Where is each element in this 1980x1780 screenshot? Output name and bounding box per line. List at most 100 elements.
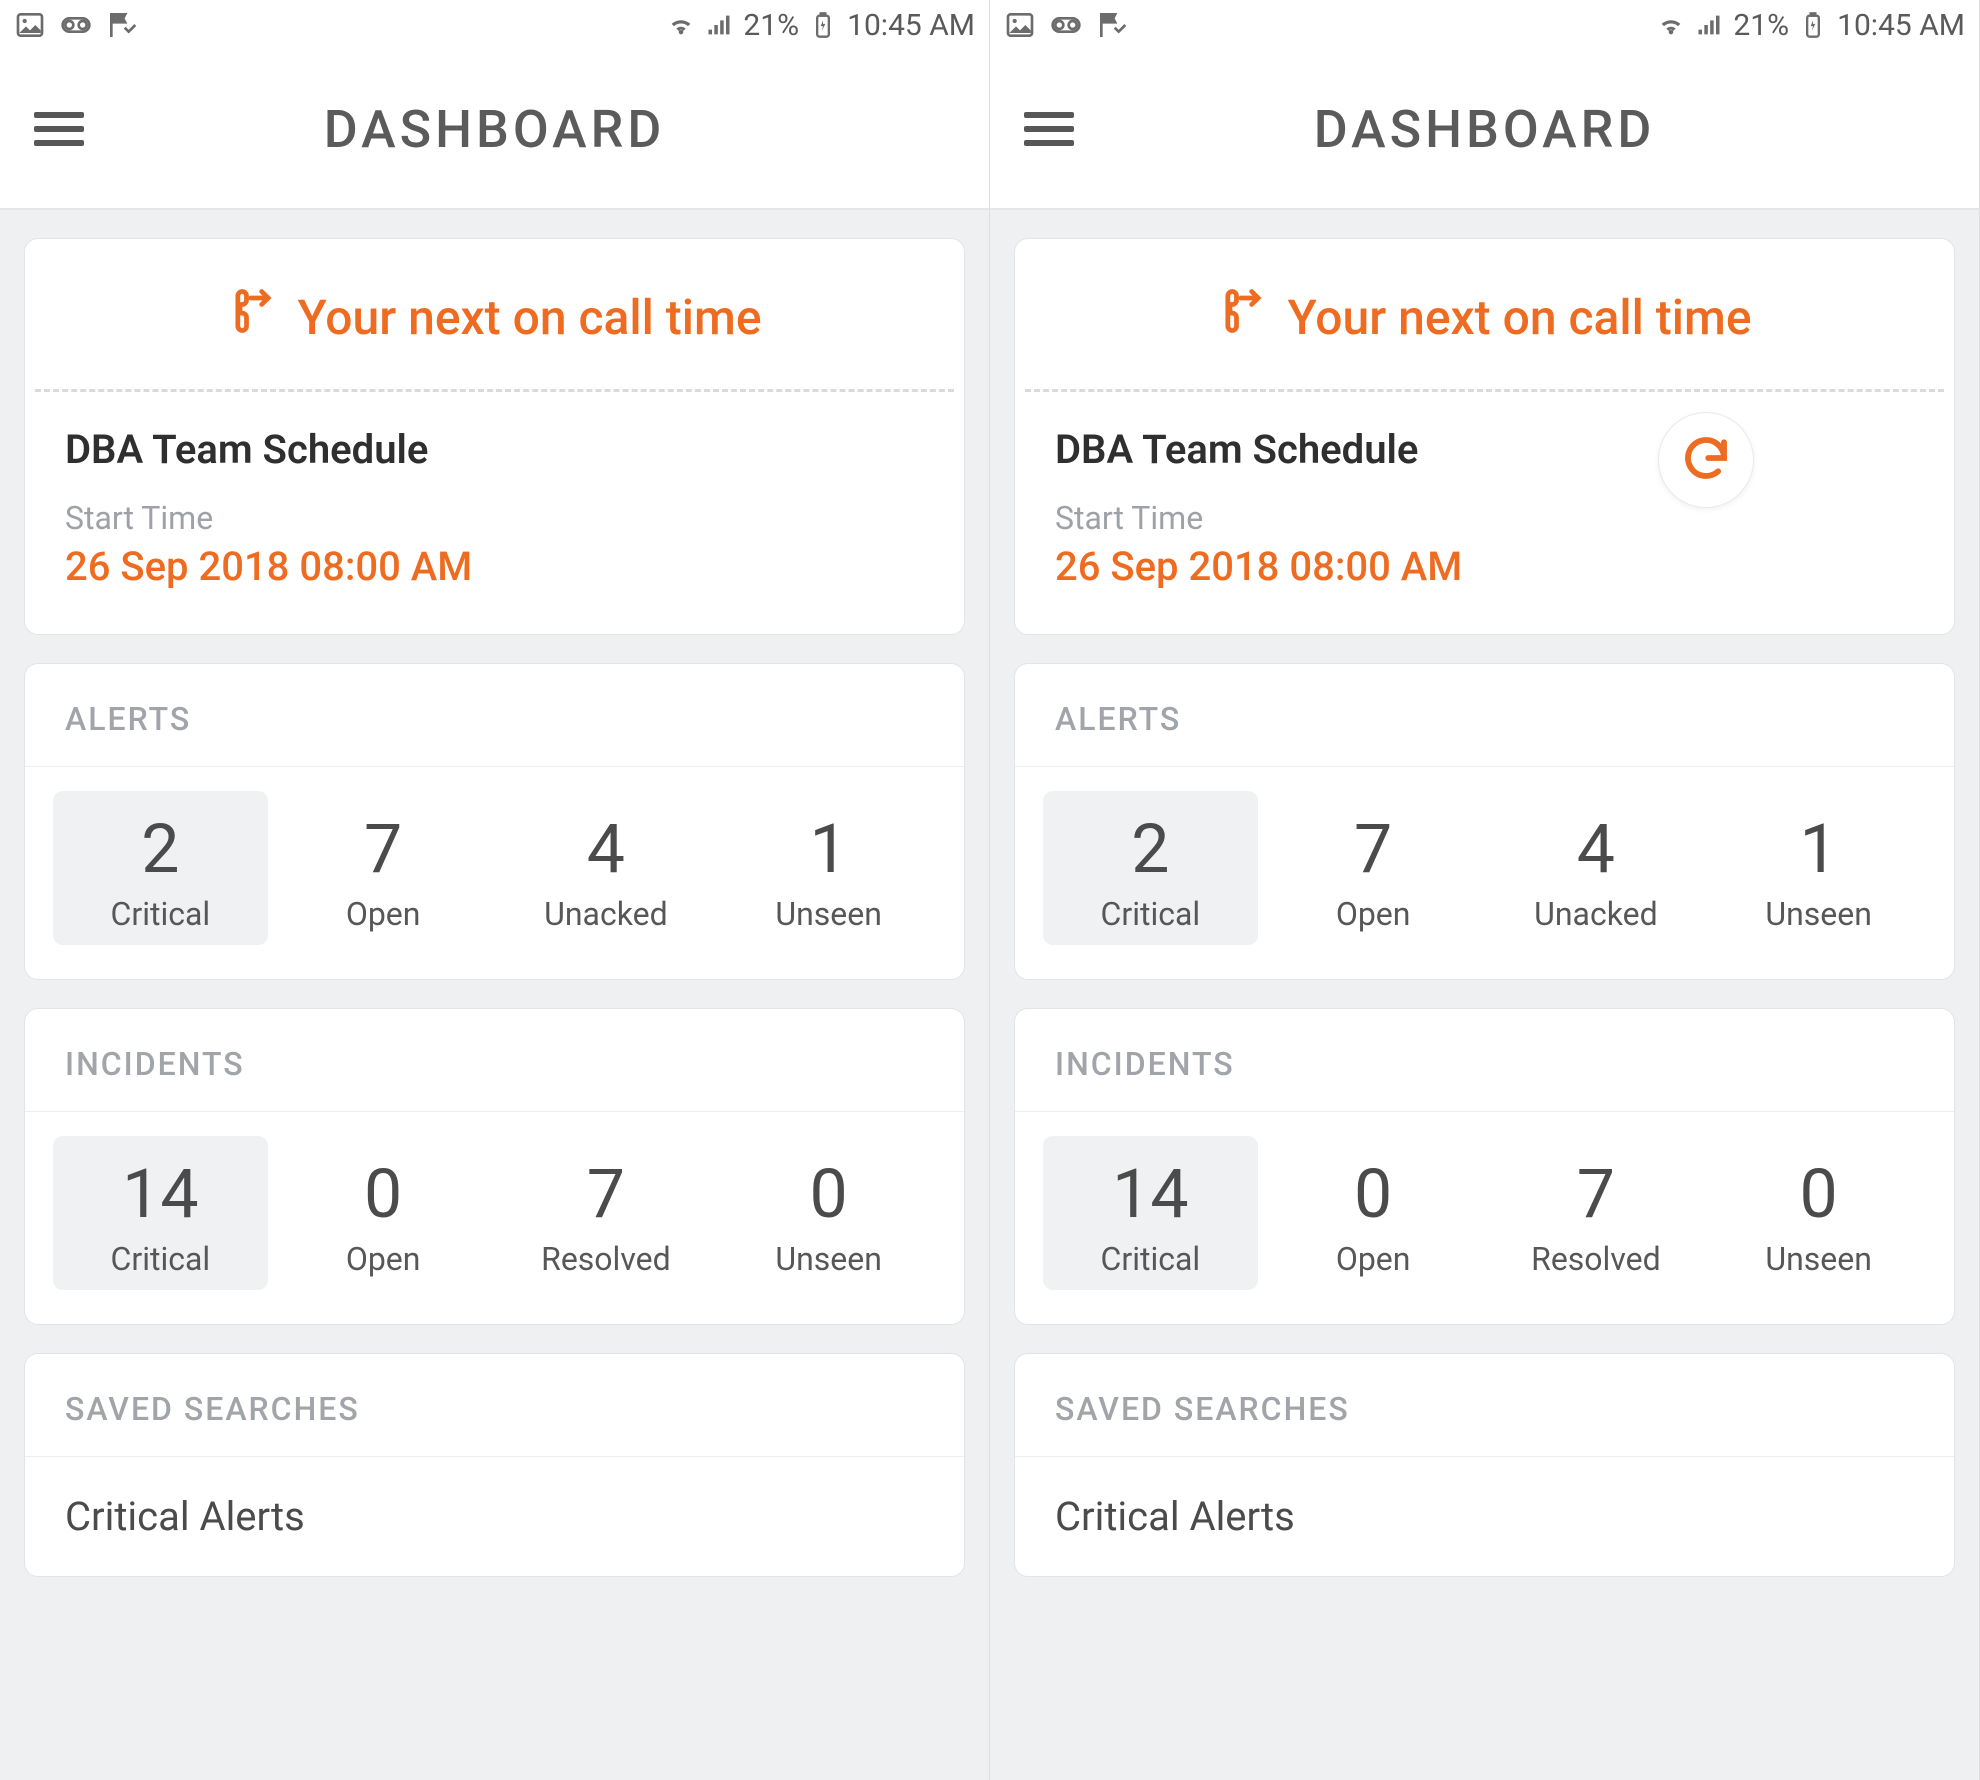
- stat-value: 2: [1047, 809, 1254, 889]
- battery-percent: 21%: [1733, 8, 1789, 43]
- alert-stat-unseen[interactable]: 1 Unseen: [1711, 791, 1926, 945]
- alert-stat-open[interactable]: 7 Open: [1266, 791, 1481, 945]
- stat-value: 1: [725, 809, 932, 889]
- flag-check-icon: [106, 9, 138, 41]
- stat-value: 7: [503, 1154, 710, 1234]
- stat-value: 14: [57, 1154, 264, 1234]
- image-icon: [14, 9, 46, 41]
- alert-stat-unseen[interactable]: 1 Unseen: [721, 791, 936, 945]
- incident-stat-critical[interactable]: 14 Critical: [1043, 1136, 1258, 1290]
- alerts-row: 2 Critical 7 Open 4 Unacked 1 Unseen: [1015, 767, 1954, 979]
- stat-label: Critical: [57, 1240, 264, 1278]
- screen-left: 21% 10:45 AM DASHBOARD Your next on call…: [0, 0, 990, 1780]
- saved-search-item[interactable]: Critical Alerts: [25, 1457, 964, 1576]
- app-bar: DASHBOARD: [990, 50, 1979, 210]
- wifi-icon: [1657, 11, 1685, 39]
- stat-label: Resolved: [503, 1240, 710, 1278]
- voicemail-icon: [60, 9, 92, 41]
- incident-stat-resolved[interactable]: 7 Resolved: [1489, 1136, 1704, 1290]
- page-title: DASHBOARD: [1024, 99, 1945, 160]
- stat-label: Unseen: [1715, 1240, 1922, 1278]
- stat-value: 4: [503, 809, 710, 889]
- stat-label: Resolved: [1493, 1240, 1700, 1278]
- incidents-title: INCIDENTS: [1015, 1009, 1954, 1112]
- stat-value: 4: [1493, 809, 1700, 889]
- status-right: 21% 10:45 AM: [667, 8, 975, 43]
- signal-icon: [705, 11, 733, 39]
- incidents-title: INCIDENTS: [25, 1009, 964, 1112]
- incidents-row: 14 Critical 0 Open 7 Resolved 0 Unseen: [1015, 1112, 1954, 1324]
- oncall-card[interactable]: Your next on call time DBA Team Schedule…: [24, 238, 965, 635]
- incidents-card[interactable]: INCIDENTS 14 Critical 0 Open 7 Resolved …: [1014, 1008, 1955, 1325]
- status-bar: 21% 10:45 AM: [990, 0, 1979, 50]
- stat-value: 0: [1715, 1154, 1922, 1234]
- phone-forward-icon: [227, 285, 279, 349]
- alerts-title: ALERTS: [1015, 664, 1954, 767]
- oncall-heading-text: Your next on call time: [297, 289, 761, 346]
- start-time-label: Start Time: [65, 499, 924, 537]
- stat-label: Unacked: [1493, 895, 1700, 933]
- oncall-heading: Your next on call time: [25, 239, 964, 389]
- incident-stat-critical[interactable]: 14 Critical: [53, 1136, 268, 1290]
- stat-value: 14: [1047, 1154, 1254, 1234]
- signal-icon: [1695, 11, 1723, 39]
- alerts-row: 2 Critical 7 Open 4 Unacked 1 Unseen: [25, 767, 964, 979]
- stat-value: 0: [280, 1154, 487, 1234]
- wifi-icon: [667, 11, 695, 39]
- alert-stat-critical[interactable]: 2 Critical: [53, 791, 268, 945]
- refresh-icon: [1679, 431, 1733, 489]
- stat-label: Unacked: [503, 895, 710, 933]
- refresh-button[interactable]: [1658, 412, 1754, 508]
- flag-check-icon: [1096, 9, 1128, 41]
- alerts-card[interactable]: ALERTS 2 Critical 7 Open 4 Unacked 1 Uns…: [1014, 663, 1955, 980]
- incident-stat-resolved[interactable]: 7 Resolved: [499, 1136, 714, 1290]
- saved-title: SAVED SEARCHES: [25, 1354, 964, 1457]
- status-bar: 21% 10:45 AM: [0, 0, 989, 50]
- incident-stat-open[interactable]: 0 Open: [276, 1136, 491, 1290]
- stat-value: 1: [1715, 809, 1922, 889]
- alerts-card[interactable]: ALERTS 2 Critical 7 Open 4 Unacked 1 Uns…: [24, 663, 965, 980]
- stat-label: Open: [280, 895, 487, 933]
- content: Your next on call time DBA Team Schedule…: [990, 210, 1979, 1780]
- saved-searches-card[interactable]: SAVED SEARCHES Critical Alerts: [1014, 1353, 1955, 1577]
- incident-stat-unseen[interactable]: 0 Unseen: [1711, 1136, 1926, 1290]
- incident-stat-open[interactable]: 0 Open: [1266, 1136, 1481, 1290]
- incident-stat-unseen[interactable]: 0 Unseen: [721, 1136, 936, 1290]
- incidents-card[interactable]: INCIDENTS 14 Critical 0 Open 7 Resolved …: [24, 1008, 965, 1325]
- stat-label: Critical: [1047, 895, 1254, 933]
- oncall-heading: Your next on call time: [1015, 239, 1954, 389]
- battery-icon: [1799, 11, 1827, 39]
- alert-stat-unacked[interactable]: 4 Unacked: [499, 791, 714, 945]
- battery-percent: 21%: [743, 8, 799, 43]
- alert-stat-critical[interactable]: 2 Critical: [1043, 791, 1258, 945]
- saved-search-item[interactable]: Critical Alerts: [1015, 1457, 1954, 1576]
- start-time-value: 26 Sep 2018 08:00 AM: [1055, 543, 1914, 590]
- alert-stat-unacked[interactable]: 4 Unacked: [1489, 791, 1704, 945]
- stat-label: Unseen: [1715, 895, 1922, 933]
- oncall-body: DBA Team Schedule Start Time 26 Sep 2018…: [25, 392, 964, 634]
- voicemail-icon: [1050, 9, 1082, 41]
- stat-value: 7: [280, 809, 487, 889]
- screen-right: 21% 10:45 AM DASHBOARD Your next on call…: [990, 0, 1980, 1780]
- status-right: 21% 10:45 AM: [1657, 8, 1965, 43]
- app-bar: DASHBOARD: [0, 50, 989, 210]
- oncall-card[interactable]: Your next on call time DBA Team Schedule…: [1014, 238, 1955, 635]
- stat-value: 0: [725, 1154, 932, 1234]
- stat-label: Critical: [57, 895, 264, 933]
- image-icon: [1004, 9, 1036, 41]
- stat-label: Open: [280, 1240, 487, 1278]
- alert-stat-open[interactable]: 7 Open: [276, 791, 491, 945]
- page-title: DASHBOARD: [34, 99, 955, 160]
- stat-label: Open: [1270, 1240, 1477, 1278]
- stat-label: Unseen: [725, 1240, 932, 1278]
- saved-title: SAVED SEARCHES: [1015, 1354, 1954, 1457]
- battery-icon: [809, 11, 837, 39]
- clock-text: 10:45 AM: [1837, 8, 1965, 43]
- start-time-label: Start Time: [1055, 499, 1914, 537]
- status-left: [14, 9, 138, 41]
- start-time-value: 26 Sep 2018 08:00 AM: [65, 543, 924, 590]
- stat-value: 7: [1270, 809, 1477, 889]
- saved-searches-card[interactable]: SAVED SEARCHES Critical Alerts: [24, 1353, 965, 1577]
- stat-value: 2: [57, 809, 264, 889]
- oncall-body: DBA Team Schedule Start Time 26 Sep 2018…: [1015, 392, 1954, 634]
